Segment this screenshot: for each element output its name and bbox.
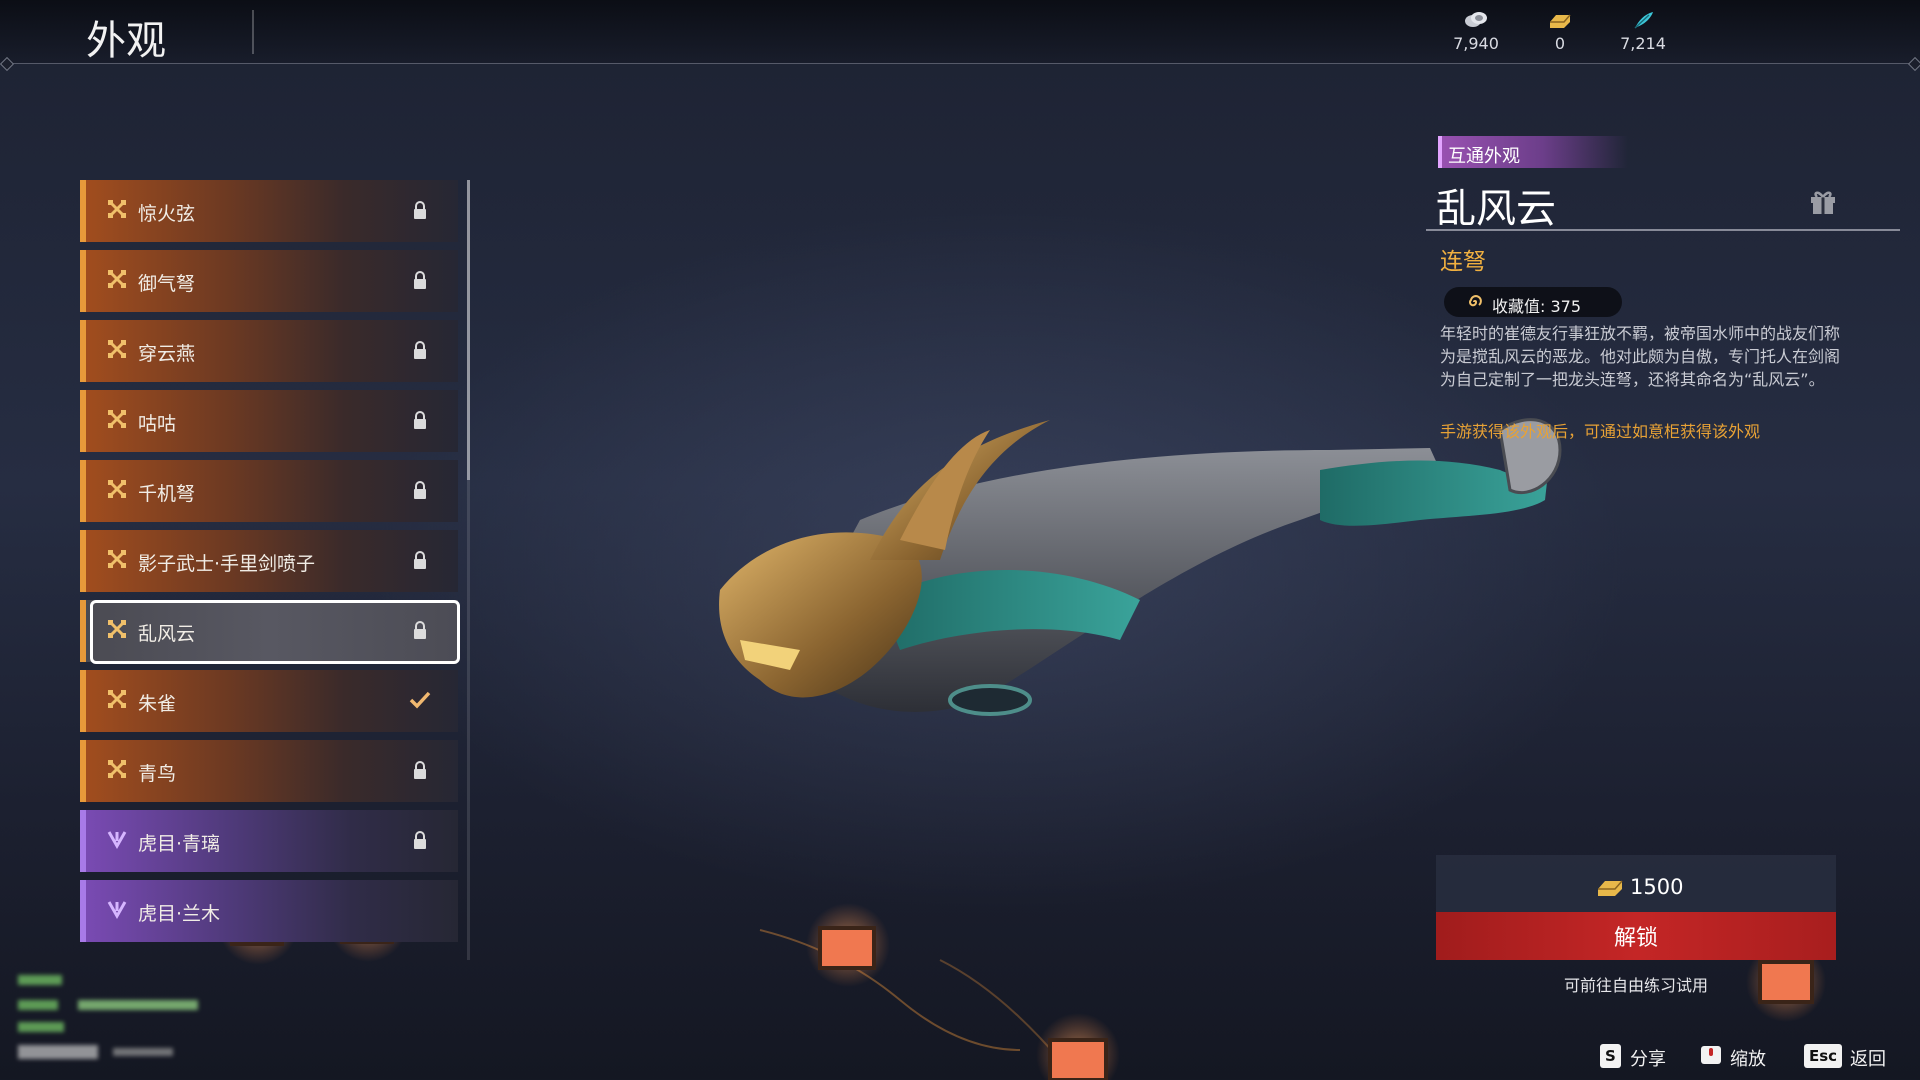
list-item-name: 穿云燕 bbox=[138, 343, 196, 365]
rarity-bar bbox=[80, 880, 86, 942]
crossed-arrows-icon bbox=[108, 200, 126, 218]
crossed-arrows-icon bbox=[108, 620, 126, 638]
currency-ingots-value: 0 bbox=[1554, 34, 1566, 53]
list-item-name: 千机弩 bbox=[138, 483, 196, 505]
lock-icon bbox=[414, 341, 426, 359]
coin-stack-icon bbox=[1465, 12, 1487, 27]
price-value: 1500 bbox=[1630, 875, 1684, 899]
rarity-bar bbox=[80, 810, 86, 872]
rarity-bar bbox=[80, 530, 86, 592]
item-type: 连弩 bbox=[1440, 249, 1486, 275]
lock-icon bbox=[414, 481, 426, 499]
key-esc: Esc bbox=[1804, 1044, 1843, 1068]
list-item[interactable]: 御气弩 bbox=[80, 250, 458, 312]
unlock-button[interactable]: 解锁 bbox=[1436, 912, 1836, 960]
list-item[interactable]: 咕咕 bbox=[80, 390, 458, 452]
currency-ingots: 0 bbox=[1520, 10, 1600, 53]
crossed-arrows-icon bbox=[108, 690, 126, 708]
trident-icon bbox=[107, 901, 127, 919]
list-item-name: 青鸟 bbox=[138, 763, 177, 785]
currency-feathers: 7,214 bbox=[1603, 10, 1683, 53]
crossed-arrows-icon bbox=[108, 340, 126, 358]
spiral-icon bbox=[1469, 295, 1482, 307]
rarity-bar bbox=[80, 600, 86, 662]
tag-label: 互通外观 bbox=[1448, 146, 1520, 167]
lock-icon bbox=[414, 621, 426, 639]
page-title: 外观 bbox=[86, 18, 166, 64]
checkmark-icon bbox=[409, 691, 431, 709]
lock-icon bbox=[414, 551, 426, 569]
share-label: 分享 bbox=[1630, 1049, 1666, 1070]
tag-accent bbox=[1438, 136, 1442, 168]
crossed-arrows-icon bbox=[108, 760, 126, 778]
list-item[interactable]: 千机弩 bbox=[80, 460, 458, 522]
item-title: 乱风云 bbox=[1436, 186, 1556, 232]
list-item[interactable]: 虎目·兰木 bbox=[80, 880, 458, 942]
collection-value: 收藏值: 375 bbox=[1492, 297, 1582, 316]
top-divider bbox=[6, 63, 1914, 64]
list-item[interactable]: 影子武士·手里剑喷子 bbox=[80, 530, 458, 592]
rarity-bar bbox=[80, 390, 86, 452]
list-item-name: 咕咕 bbox=[138, 413, 177, 435]
cross-platform-tag: 互通外观 bbox=[1438, 136, 1628, 168]
gold-ingot-icon bbox=[1598, 880, 1623, 896]
list-scrollbar-thumb[interactable] bbox=[467, 180, 470, 480]
lock-icon bbox=[414, 271, 426, 289]
rarity-bar bbox=[80, 460, 86, 522]
trident-icon bbox=[107, 831, 127, 849]
list-item-name: 影子武士·手里剑喷子 bbox=[138, 553, 316, 575]
list-item-name: 御气弩 bbox=[138, 273, 196, 295]
item-description: 年轻时的崔德友行事狂放不羁，被帝国水师中的战友们称为是搅乱风云的恶龙。他对此颇为… bbox=[1440, 324, 1841, 389]
list-item-selected[interactable]: 乱风云 bbox=[80, 600, 460, 664]
list-item[interactable]: 虎目·青璃 bbox=[80, 810, 458, 872]
zoom-label: 缩放 bbox=[1730, 1049, 1766, 1070]
crossed-arrows-icon bbox=[108, 270, 126, 288]
mouse-wheel-icon bbox=[1701, 1046, 1721, 1064]
gold-ingot-icon bbox=[1550, 14, 1571, 28]
title-divider bbox=[1426, 229, 1900, 231]
lock-icon bbox=[414, 761, 426, 779]
lock-icon bbox=[414, 831, 426, 849]
list-item[interactable]: 惊火弦 bbox=[80, 180, 458, 242]
feather-icon bbox=[1634, 12, 1653, 29]
list-item[interactable]: 穿云燕 bbox=[80, 320, 458, 382]
chat-overlay-blur bbox=[18, 975, 198, 1059]
title-separator bbox=[252, 10, 254, 54]
currency-coins-value: 7,940 bbox=[1453, 34, 1499, 53]
key-s: S bbox=[1600, 1044, 1621, 1068]
currency-feathers-value: 7,214 bbox=[1620, 34, 1666, 53]
rarity-bar bbox=[80, 320, 86, 382]
crossed-arrows-icon bbox=[108, 480, 126, 498]
list-item-name: 惊火弦 bbox=[138, 203, 196, 225]
list-item-name: 虎目·青璃 bbox=[138, 833, 221, 855]
lock-icon bbox=[414, 411, 426, 429]
rarity-bar bbox=[80, 250, 86, 312]
crossed-arrows-icon bbox=[108, 550, 126, 568]
rarity-bar bbox=[80, 180, 86, 242]
list-item-name: 虎目·兰木 bbox=[138, 903, 221, 925]
lock-icon bbox=[414, 201, 426, 219]
trial-hint[interactable]: 可前往自由练习试用 bbox=[1436, 972, 1836, 996]
currency-coins: 7,940 bbox=[1436, 10, 1516, 53]
crossed-arrows-icon bbox=[108, 410, 126, 428]
back-label: 返回 bbox=[1850, 1049, 1886, 1070]
rarity-bar bbox=[80, 740, 86, 802]
gift-icon[interactable] bbox=[1808, 186, 1838, 216]
appearance-list[interactable]: 惊火弦 御气弩 穿云燕 咕咕 千机弩 影子武士·手里剑喷子 乱风云 朱雀 青鸟 … bbox=[80, 180, 460, 960]
collection-value-badge: 收藏值: 375 bbox=[1444, 287, 1622, 317]
acquisition-note: 手游获得该外观后，可通过如意柜获得该外观 bbox=[1440, 422, 1761, 441]
list-item[interactable]: 青鸟 bbox=[80, 740, 458, 802]
list-item-name: 朱雀 bbox=[138, 693, 177, 715]
weapon-model[interactable] bbox=[719, 418, 1562, 716]
list-item-name: 乱风云 bbox=[138, 623, 196, 645]
rarity-bar bbox=[80, 670, 86, 732]
list-item[interactable]: 朱雀 bbox=[80, 670, 458, 732]
